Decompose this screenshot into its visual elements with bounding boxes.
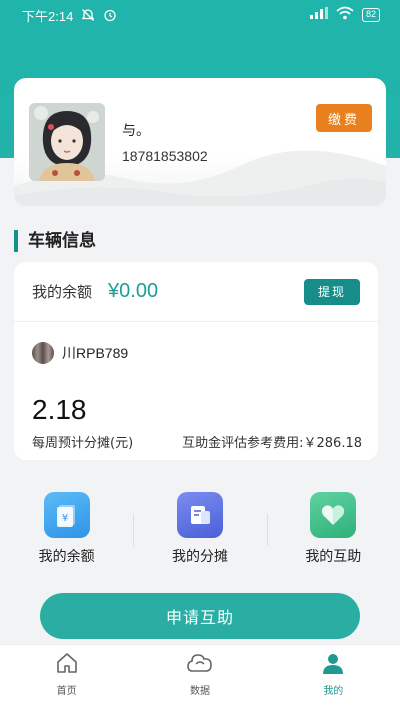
tab-label: 首页 bbox=[56, 686, 77, 697]
heart-icon bbox=[310, 492, 357, 538]
quick-action-balance[interactable]: ¥ 我的余额 bbox=[0, 492, 133, 572]
quick-actions: ¥ 我的余额 我的分摊 我的互助 bbox=[0, 492, 400, 572]
quick-action-label: 我的余额 bbox=[38, 549, 95, 565]
tab-home[interactable]: 首页 bbox=[0, 645, 133, 711]
avatar[interactable] bbox=[29, 103, 105, 181]
cloud-icon bbox=[187, 651, 213, 679]
vehicle-plate: 川RPB789 bbox=[62, 345, 129, 361]
apply-mutual-aid-button[interactable]: 申请互助 bbox=[40, 593, 360, 639]
alarm-icon bbox=[103, 8, 117, 22]
bottom-tabbar: 首页 数据 我的 bbox=[0, 644, 400, 711]
tab-label: 我的 bbox=[323, 686, 344, 697]
balance-value: ¥0.00 bbox=[108, 280, 159, 302]
tab-data[interactable]: 数据 bbox=[133, 645, 266, 711]
vehicle-avatar bbox=[32, 342, 54, 364]
profile-card: 与。 18781853802 缴费 bbox=[14, 78, 386, 206]
wifi-icon bbox=[336, 6, 354, 24]
pay-button[interactable]: 缴费 bbox=[316, 104, 372, 132]
tab-label: 数据 bbox=[189, 686, 210, 697]
quick-action-share[interactable]: 我的分摊 bbox=[133, 492, 266, 572]
withdraw-button[interactable]: 提现 bbox=[304, 278, 360, 305]
wallet-icon: ¥ bbox=[43, 492, 90, 538]
tab-mine[interactable]: 我的 bbox=[267, 645, 400, 711]
status-time: 下午2:14 bbox=[22, 8, 74, 24]
mute-icon bbox=[81, 8, 95, 22]
quick-action-mutual[interactable]: 我的互助 bbox=[267, 492, 400, 572]
vehicle-card: 我的余额 ¥0.00 提现 川RPB789 2.18 每周预计分摊(元) 互助金… bbox=[14, 262, 378, 460]
svg-text:¥: ¥ bbox=[61, 513, 67, 524]
signal-icon bbox=[309, 7, 328, 23]
user-icon bbox=[321, 651, 345, 679]
weekly-share-value: 2.18 bbox=[32, 394, 87, 425]
reference-fee: 互助金评估参考费用:￥286.18 bbox=[182, 436, 362, 451]
quick-action-label: 我的互助 bbox=[305, 549, 362, 565]
quick-action-label: 我的分摊 bbox=[171, 549, 228, 565]
vehicle-plate-row[interactable]: 川RPB789 bbox=[32, 342, 128, 364]
weekly-share-label: 每周预计分摊(元) bbox=[32, 436, 134, 451]
user-phone: 18781853802 bbox=[122, 148, 208, 164]
section-title: 车辆信息 bbox=[14, 230, 96, 252]
document-icon bbox=[176, 492, 223, 538]
battery-indicator: 82 bbox=[361, 8, 380, 22]
home-icon bbox=[55, 651, 79, 679]
user-name: 与。 bbox=[122, 123, 150, 139]
status-bar: 下午2:14 82 bbox=[0, 0, 400, 30]
balance-row: 我的余额 ¥0.00 提现 bbox=[14, 262, 378, 322]
balance-label: 我的余额 bbox=[32, 283, 93, 301]
